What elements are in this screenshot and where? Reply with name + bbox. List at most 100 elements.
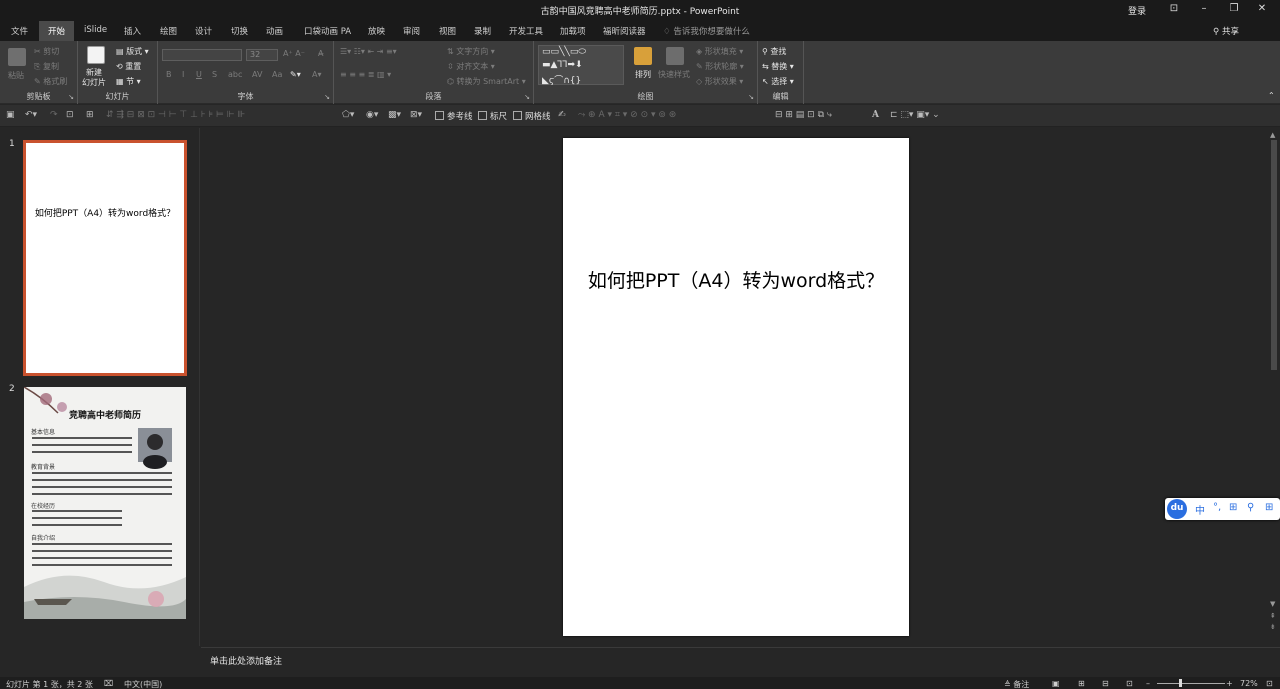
- shape-fill-button[interactable]: ◈ 形状填充 ▾: [696, 46, 743, 57]
- notes-placeholder[interactable]: 单击此处添加备注: [210, 654, 282, 667]
- zoom-in-icon[interactable]: +: [1226, 679, 1233, 688]
- share-button[interactable]: ⚲ 共享: [1213, 25, 1239, 37]
- quick-styles-button[interactable]: 快速样式: [658, 69, 690, 80]
- tab-home[interactable]: 开始: [39, 21, 75, 41]
- copy-button[interactable]: ⎘ 复制: [34, 61, 59, 72]
- ime-toolbox-icon[interactable]: ⊞: [1229, 502, 1237, 513]
- shapes-gallery[interactable]: ▭▭╲╲▭⬭ ▬▲⅂⅂➡⬇ ◣ϛ⌒∩{}: [538, 45, 624, 86]
- ribbon-display-icon[interactable]: ⊡: [1164, 3, 1184, 14]
- ime-punctuation[interactable]: °,: [1213, 502, 1221, 513]
- new-slide-icon[interactable]: [87, 46, 105, 64]
- ruler-checkbox[interactable]: [478, 111, 487, 120]
- shape-outline-button[interactable]: ✎ 形状轮廓 ▾: [696, 61, 744, 72]
- current-slide[interactable]: 如何把PPT（A4）转为word格式？: [563, 138, 909, 636]
- paragraph-launcher-icon[interactable]: ↘: [524, 93, 530, 101]
- new-slide-icon-qat[interactable]: ⊞: [86, 110, 94, 120]
- collapse-ribbon-icon[interactable]: ⌃: [1268, 91, 1275, 100]
- normal-view-icon[interactable]: ▣: [1052, 679, 1060, 688]
- cut-button[interactable]: ✂ 剪切: [34, 46, 59, 57]
- tab-addins[interactable]: 加载项: [560, 25, 586, 37]
- fit-slide-icon[interactable]: ⊡: [1266, 679, 1273, 688]
- change-case-icon[interactable]: Aa: [272, 70, 282, 79]
- underline-button[interactable]: U: [196, 70, 202, 79]
- paste-button[interactable]: 粘贴: [8, 70, 24, 81]
- zoom-slider[interactable]: [1157, 683, 1225, 684]
- arrange-icon[interactable]: [634, 47, 652, 65]
- language-status[interactable]: 中文(中国): [124, 679, 162, 689]
- align-icons[interactable]: ≡ ≡ ≡ ≣ ▥ ▾: [340, 70, 391, 79]
- paste-icon[interactable]: [8, 48, 26, 66]
- close-icon[interactable]: ✕: [1252, 3, 1272, 14]
- previous-slide-icon[interactable]: ⇞: [1270, 612, 1276, 620]
- qat-right-icons[interactable]: ⊟ ⊞ ▤ ⊡ ⧉ ⤷: [775, 110, 832, 120]
- tab-transitions[interactable]: 切换: [231, 25, 248, 37]
- replace-button[interactable]: ⇆ 替换 ▾: [762, 61, 794, 72]
- color-theme-icon[interactable]: ▩▾: [388, 110, 401, 120]
- slide-title-text[interactable]: 如何把PPT（A4）转为word格式？: [563, 266, 909, 293]
- qat-dim-icons-1[interactable]: ⇵ ⇶ ⊟ ⊠ ⊡ ⊣ ⊢ ⊤ ⊥ ⊦ ⊧ ⊨ ⊩ ⊪: [106, 110, 245, 120]
- next-slide-icon[interactable]: ⇟: [1270, 623, 1276, 631]
- align-text-button[interactable]: ⇳ 对齐文本 ▾: [447, 61, 495, 72]
- slide-sorter-icon[interactable]: ⊞: [1078, 679, 1085, 688]
- font-launcher-icon[interactable]: ↘: [324, 93, 330, 101]
- scroll-up-icon[interactable]: ▲: [1270, 131, 1275, 139]
- tab-foxit[interactable]: 福昕阅读器: [603, 25, 646, 37]
- notes-toggle[interactable]: ≜ 备注: [1004, 679, 1029, 689]
- tab-view[interactable]: 视图: [439, 25, 456, 37]
- find-button[interactable]: ⚲ 查找: [762, 46, 786, 57]
- shape-effects-button[interactable]: ◇ 形状效果 ▾: [696, 76, 743, 87]
- tab-animations[interactable]: 动画: [266, 25, 283, 37]
- zoom-out-icon[interactable]: –: [1146, 679, 1150, 688]
- shadow-button[interactable]: S: [212, 70, 217, 79]
- section-button[interactable]: ▦ 节 ▾: [116, 76, 141, 87]
- clipboard-launcher-icon[interactable]: ↘: [68, 93, 74, 101]
- ime-logo-icon[interactable]: du: [1167, 499, 1187, 519]
- minimize-icon[interactable]: –: [1194, 3, 1214, 14]
- tab-slideshow[interactable]: 放映: [368, 25, 385, 37]
- restore-icon[interactable]: ❐: [1224, 3, 1244, 14]
- tab-file[interactable]: 文件: [11, 25, 28, 37]
- guides-checkbox[interactable]: [435, 111, 444, 120]
- format-painter-button[interactable]: ✎ 格式刷: [34, 76, 67, 87]
- slideshow-view-icon[interactable]: ⊡: [1126, 679, 1133, 688]
- color-fill-icon[interactable]: ◉▾: [366, 110, 378, 120]
- zoom-slider-thumb[interactable]: [1179, 679, 1182, 687]
- reset-button[interactable]: ⟲ 重置: [116, 61, 141, 72]
- drawing-launcher-icon[interactable]: ↘: [748, 93, 754, 101]
- font-color-icon[interactable]: A▾: [312, 70, 322, 79]
- tab-review[interactable]: 审阅: [403, 25, 420, 37]
- strikethrough-icon[interactable]: abc: [228, 70, 242, 79]
- tab-developer[interactable]: 开发工具: [509, 25, 543, 37]
- ime-toolbar[interactable]: du 中 °, ⊞ ⚲ ⊞: [1165, 498, 1280, 520]
- tab-islide[interactable]: iSlide: [84, 25, 107, 35]
- reading-view-icon[interactable]: ⊟: [1102, 679, 1109, 688]
- new-slide-button[interactable]: 新建 幻灯片: [82, 68, 106, 88]
- italic-button[interactable]: I: [182, 70, 184, 79]
- layout-button[interactable]: ▤ 版式 ▾: [116, 46, 149, 57]
- scrollbar-thumb[interactable]: [1271, 140, 1277, 370]
- quick-styles-icon[interactable]: [666, 47, 684, 65]
- ime-menu-icon[interactable]: ⊞: [1265, 502, 1273, 513]
- tab-design[interactable]: 设计: [195, 25, 212, 37]
- ime-mode[interactable]: 中: [1195, 502, 1205, 517]
- start-slideshow-icon[interactable]: ⊡: [66, 110, 74, 120]
- login-button[interactable]: 登录: [1128, 4, 1146, 17]
- text-A-icon[interactable]: A: [872, 110, 879, 120]
- arrange-button[interactable]: 排列: [635, 69, 651, 80]
- shape-select-icon[interactable]: ⬠▾: [342, 110, 354, 120]
- tab-draw[interactable]: 绘图: [160, 25, 177, 37]
- spacing-icon[interactable]: AV: [252, 70, 262, 79]
- undo-icon[interactable]: ↶▾: [25, 110, 37, 120]
- font-size-combo[interactable]: 32: [246, 49, 278, 61]
- highlight-icon[interactable]: ✎▾: [290, 70, 301, 79]
- ime-user-icon[interactable]: ⚲: [1247, 502, 1254, 513]
- notes-pane[interactable]: 单击此处添加备注: [201, 647, 1280, 677]
- slide-thumbnail-1[interactable]: 如何把PPT（A4）转为word格式？: [23, 140, 187, 376]
- grow-font-icon[interactable]: A⁺ A⁻: [283, 49, 305, 58]
- qat-more-icons[interactable]: ⊏ ⬚▾ ▣▾ ⌄: [890, 110, 940, 120]
- slide-thumbnail-2[interactable]: 竞聘高中老师简历 基本信息 教育背景 在校经历 自我介绍: [24, 387, 186, 619]
- gridlines-checkbox[interactable]: [513, 111, 522, 120]
- ink-icon[interactable]: ✍: [558, 110, 566, 120]
- spellcheck-icon[interactable]: ⌧: [104, 679, 113, 688]
- convert-smartart-button[interactable]: ⌬ 转换为 SmartArt ▾: [447, 76, 526, 87]
